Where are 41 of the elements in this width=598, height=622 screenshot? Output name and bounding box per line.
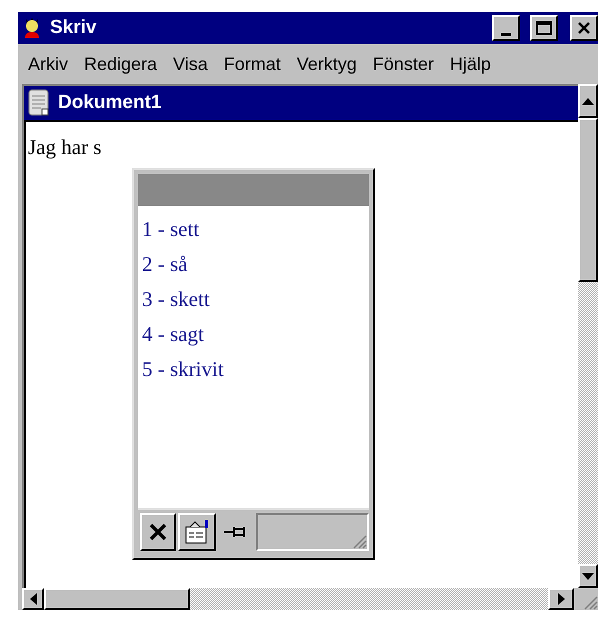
- menu-item[interactable]: Verktyg: [296, 50, 357, 78]
- maximize-button[interactable]: [530, 15, 558, 41]
- window-title: Skriv: [50, 16, 96, 40]
- menu-item[interactable]: Fönster: [372, 50, 434, 78]
- suggestion-item[interactable]: 3 - skett: [142, 282, 210, 317]
- scroll-thumb[interactable]: [44, 588, 190, 610]
- left-arrow-icon: [30, 593, 36, 605]
- menu-item[interactable]: Visa: [173, 50, 208, 78]
- close-button[interactable]: [140, 513, 176, 551]
- document-icon: [28, 89, 50, 117]
- resize-grip-icon[interactable]: [582, 594, 598, 610]
- minimize-button[interactable]: [492, 15, 520, 41]
- down-arrow-icon: [582, 572, 594, 580]
- menu-item[interactable]: Redigera: [84, 50, 158, 78]
- menu-item[interactable]: Format: [224, 50, 281, 78]
- document-text: Jag har s: [28, 134, 102, 161]
- close-button[interactable]: [570, 15, 598, 41]
- app-icon: [22, 17, 42, 39]
- horizontal-scrollbar[interactable]: [22, 588, 574, 610]
- resize-grip-icon[interactable]: [351, 533, 367, 549]
- scroll-left-button[interactable]: [22, 588, 44, 610]
- suggestion-item[interactable]: 1 - sett: [142, 212, 200, 247]
- close-icon: [149, 523, 167, 541]
- scroll-down-button[interactable]: [578, 564, 598, 588]
- properties-icon: [183, 518, 211, 546]
- document-title: Dokument1: [58, 90, 162, 115]
- up-arrow-icon: [582, 98, 594, 104]
- scroll-thumb[interactable]: [578, 118, 598, 282]
- right-arrow-icon: [558, 593, 564, 605]
- suggestion-item[interactable]: 5 - skrivit: [142, 352, 224, 387]
- vertical-scrollbar[interactable]: [578, 84, 598, 588]
- maximize-icon: [536, 21, 552, 35]
- menu-item[interactable]: Arkiv: [28, 50, 68, 78]
- menu-item[interactable]: Hjälp: [450, 50, 491, 78]
- suggestion-item[interactable]: 4 - sagt: [142, 317, 204, 352]
- scroll-up-button[interactable]: [578, 84, 598, 118]
- scroll-right-button[interactable]: [548, 588, 574, 610]
- minimize-icon: [501, 33, 511, 36]
- properties-button[interactable]: [178, 513, 216, 551]
- close-icon: [577, 21, 591, 35]
- suggestion-item[interactable]: 2 - så: [142, 247, 188, 282]
